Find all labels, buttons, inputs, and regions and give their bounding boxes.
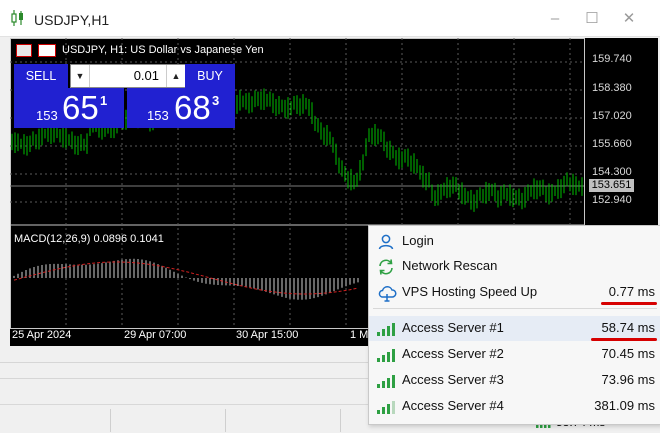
minimize-button[interactable]: – [540, 6, 570, 32]
signal-bars-icon [377, 322, 397, 336]
highlight-underline [601, 302, 657, 305]
menu-item-access-server-1[interactable]: Access Server #1 58.74 ms [369, 316, 660, 341]
menu-item-label: VPS Hosting Speed Up [402, 284, 538, 299]
connection-menu: Login Network Rescan VPS Hosting Speed U… [368, 225, 660, 425]
cloud-icon [377, 284, 397, 302]
buy-quote-point: 3 [212, 93, 220, 108]
signal-bars-icon [377, 374, 397, 388]
lot-increase-button[interactable]: ▲ [166, 65, 185, 87]
maximize-button[interactable]: ☐ [577, 6, 607, 32]
menu-item-access-server-4[interactable]: Access Server #4 381.09 ms [369, 394, 660, 419]
lot-stepper[interactable]: ▼ 0.01 ▲ [70, 64, 186, 88]
one-click-trading-icon[interactable] [38, 44, 56, 57]
title-bar: USDJPY,H1 – ☐ ✕ [0, 0, 660, 37]
menu-item-label: Access Server #4 [402, 398, 504, 413]
lot-decrease-button[interactable]: ▼ [71, 65, 90, 87]
server-latency: 70.45 ms [601, 346, 655, 361]
rescan-icon [377, 258, 395, 276]
time-axis-label: 29 Apr 07:00 [124, 329, 187, 341]
chart-window-icon [10, 9, 26, 32]
menu-item-access-server-2[interactable]: Access Server #2 70.45 ms [369, 342, 660, 367]
status-divider [110, 409, 111, 432]
highlight-underline [591, 338, 657, 341]
time-axis-label: 1 M [350, 329, 369, 341]
vps-latency: 0.77 ms [608, 284, 655, 299]
buy-quote-pips: 68 [174, 89, 211, 126]
menu-item-label: Network Rescan [402, 258, 498, 273]
menu-item-network-rescan[interactable]: Network Rescan [369, 254, 660, 279]
sell-button[interactable]: SELL [14, 64, 68, 88]
price-scale-label: 155.660 [592, 138, 632, 150]
sell-quote-prefix: 153 [36, 108, 58, 123]
chart-mode-icon[interactable] [16, 44, 32, 57]
sell-quote[interactable]: 153 65 1 [14, 88, 124, 128]
login-icon [377, 233, 395, 251]
server-latency: 58.74 ms [601, 320, 655, 335]
buy-quote[interactable]: 153 68 3 [127, 88, 235, 128]
menu-item-access-server-3[interactable]: Access Server #3 73.96 ms [369, 368, 660, 393]
price-scale-label: 157.020 [592, 110, 632, 122]
menu-item-label: Login [402, 233, 434, 248]
status-divider [225, 409, 226, 432]
menu-item-label: Access Server #3 [402, 372, 504, 387]
menu-item-label: Access Server #1 [402, 320, 504, 335]
status-divider [340, 409, 341, 432]
server-latency: 73.96 ms [601, 372, 655, 387]
window-title: USDJPY,H1 [34, 12, 110, 28]
menu-item-login[interactable]: Login [369, 229, 660, 254]
menu-separator [373, 308, 657, 309]
server-latency: 381.09 ms [594, 398, 655, 413]
time-axis-label: 25 Apr 2024 [12, 329, 72, 341]
signal-bars-icon [377, 400, 397, 414]
price-scale-label: 154.300 [592, 166, 632, 178]
price-scale-label: 159.740 [592, 53, 632, 65]
current-price-badge: 153.651 [589, 179, 634, 192]
close-button[interactable]: ✕ [614, 6, 644, 32]
chart-header: USDJPY, H1: US Dollar vs Japanese Yen [62, 44, 264, 56]
terminal-window: USDJPY,H1 – ☐ ✕ USDJPY, H1: US Dollar vs… [0, 0, 660, 433]
menu-item-vps-hosting[interactable]: VPS Hosting Speed Up 0.77 ms [369, 280, 660, 305]
lot-input[interactable]: 0.01 [91, 65, 163, 87]
macd-indicator-label: MACD(12,26,9) 0.0896 0.1041 [14, 233, 164, 245]
buy-button[interactable]: BUY [185, 64, 235, 88]
signal-bars-icon [377, 348, 397, 362]
price-scale-label: 158.380 [592, 82, 632, 94]
sell-quote-point: 1 [100, 93, 108, 108]
time-axis-label: 30 Apr 15:00 [236, 329, 299, 341]
menu-item-label: Access Server #2 [402, 346, 504, 361]
price-scale-label: 152.940 [592, 194, 632, 206]
buy-quote-prefix: 153 [147, 108, 169, 123]
sell-quote-pips: 65 [62, 89, 99, 126]
